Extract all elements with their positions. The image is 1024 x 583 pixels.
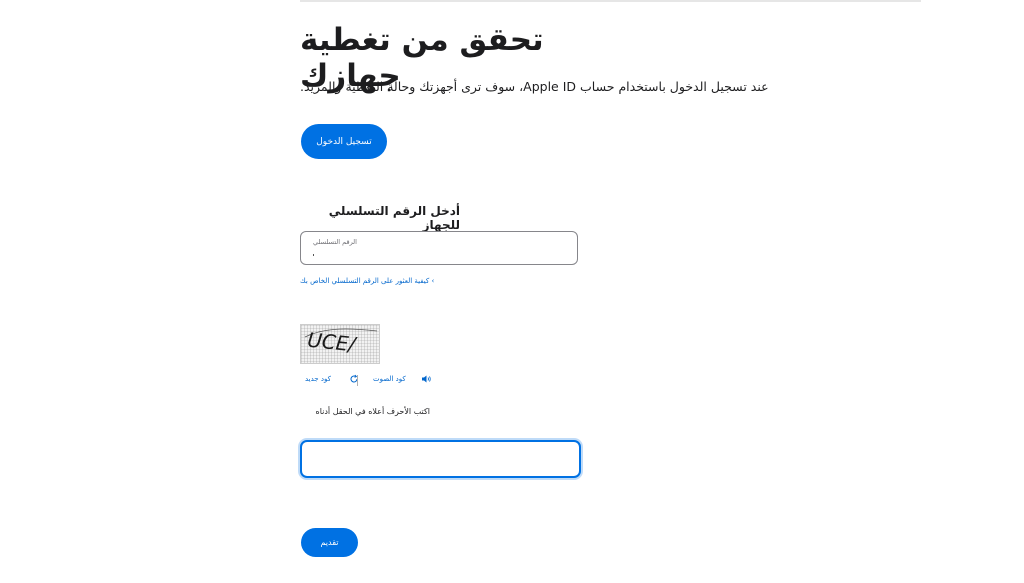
page-subtitle: .سوف ترى أجهزتك وحالة التغطية والمزيد ،A… xyxy=(300,79,769,94)
submit-button[interactable]: تقديم xyxy=(301,528,358,557)
serial-number-input[interactable] xyxy=(311,247,566,261)
sign-in-button[interactable]: تسجيل الدخول xyxy=(301,124,387,159)
serial-section-heading: أدخل الرقم التسلسلي للجهاز xyxy=(328,204,460,232)
audio-code-label: كود الصوت xyxy=(373,375,406,383)
text-cursor xyxy=(313,254,314,256)
header-divider xyxy=(300,0,921,2)
serial-number-label: الرقم التسلسلي xyxy=(313,238,357,246)
captcha-actions-divider xyxy=(357,375,358,386)
find-serial-help-link[interactable]: › كيفية العثور على الرقم التسلسلي الخاص … xyxy=(300,277,434,285)
captcha-graphic: UCE/ xyxy=(301,325,379,363)
new-code-button[interactable]: كود جديد xyxy=(305,374,359,384)
captcha-image: UCE/ xyxy=(300,324,380,364)
captcha-instruction: اكتب الأحرف أعلاه في الحقل أدناه xyxy=(315,407,430,416)
serial-number-field[interactable]: الرقم التسلسلي xyxy=(300,231,578,265)
captcha-input[interactable] xyxy=(300,440,581,478)
audio-code-button[interactable]: كود الصوت xyxy=(373,374,432,384)
speaker-icon xyxy=(421,375,431,383)
new-code-label: كود جديد xyxy=(305,375,331,383)
